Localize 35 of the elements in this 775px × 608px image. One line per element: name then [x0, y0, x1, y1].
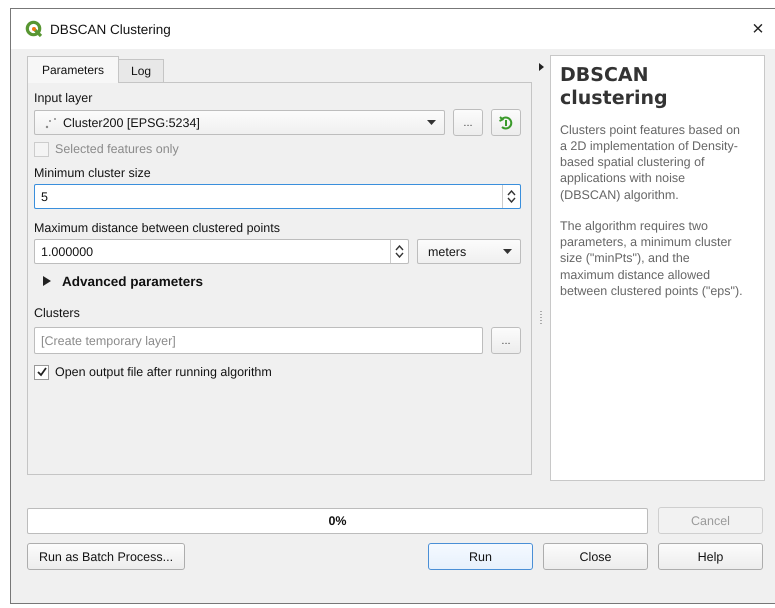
- caret-icon: [427, 120, 436, 125]
- progress-bar: 0%: [27, 508, 648, 534]
- collapse-arrow-icon[interactable]: [538, 63, 544, 71]
- layer-dropdown[interactable]: Cluster200 [EPSG:5234]: [34, 110, 445, 135]
- close-button[interactable]: ×: [743, 18, 773, 40]
- checkbox-label: Selected features only: [55, 142, 179, 156]
- browse-button[interactable]: ...: [453, 109, 483, 136]
- tab[interactable]: Parameters: [27, 56, 120, 83]
- output-field[interactable]: [Create temporary layer]: [34, 327, 483, 354]
- logo-icon: [25, 20, 43, 38]
- unit-dropdown[interactable]: meters: [417, 239, 521, 264]
- points-icon: [45, 116, 57, 128]
- window-title: DBSCAN Clustering: [50, 22, 172, 36]
- dialog-button[interactable]: Help: [658, 543, 763, 570]
- cycle-arrow-icon: [498, 114, 514, 130]
- number-field[interactable]: 1.000000: [34, 239, 409, 264]
- caret-icon: [503, 249, 512, 254]
- batch-button[interactable]: Run as Batch Process...: [27, 543, 185, 570]
- field-label: Maximum distance between clustered points: [34, 220, 281, 237]
- checkbox-label: Open output file after running algorithm: [55, 365, 272, 379]
- help-paragraph: The algorithm requires two parameters, a minimum cluster size ("minPts"), and the maximum distance allowed between clustered points ("eps").: [560, 218, 744, 300]
- field-label: Clusters: [34, 305, 81, 322]
- dialog-button[interactable]: Run: [428, 543, 533, 570]
- checkbox[interactable]: [34, 364, 49, 380]
- field-label: Minimum cluster size: [34, 165, 152, 182]
- tab[interactable]: Log: [118, 59, 164, 82]
- iterate-button[interactable]: [491, 109, 521, 136]
- help-title: DBSCAN clustering: [560, 64, 669, 110]
- dialog-button[interactable]: Close: [543, 543, 648, 570]
- browse-button[interactable]: ...: [491, 327, 521, 354]
- section-toggle[interactable]: Advanced parameters: [62, 274, 204, 288]
- expand-arrow-icon[interactable]: [42, 276, 52, 286]
- number-field[interactable]: 5: [34, 184, 521, 209]
- field-label: Input layer: [34, 90, 94, 107]
- help-paragraph: Clusters point features based on a 2D implementation of Density-based spatial clustering of applications with noise (DBSCAN) algorithm.: [560, 122, 741, 203]
